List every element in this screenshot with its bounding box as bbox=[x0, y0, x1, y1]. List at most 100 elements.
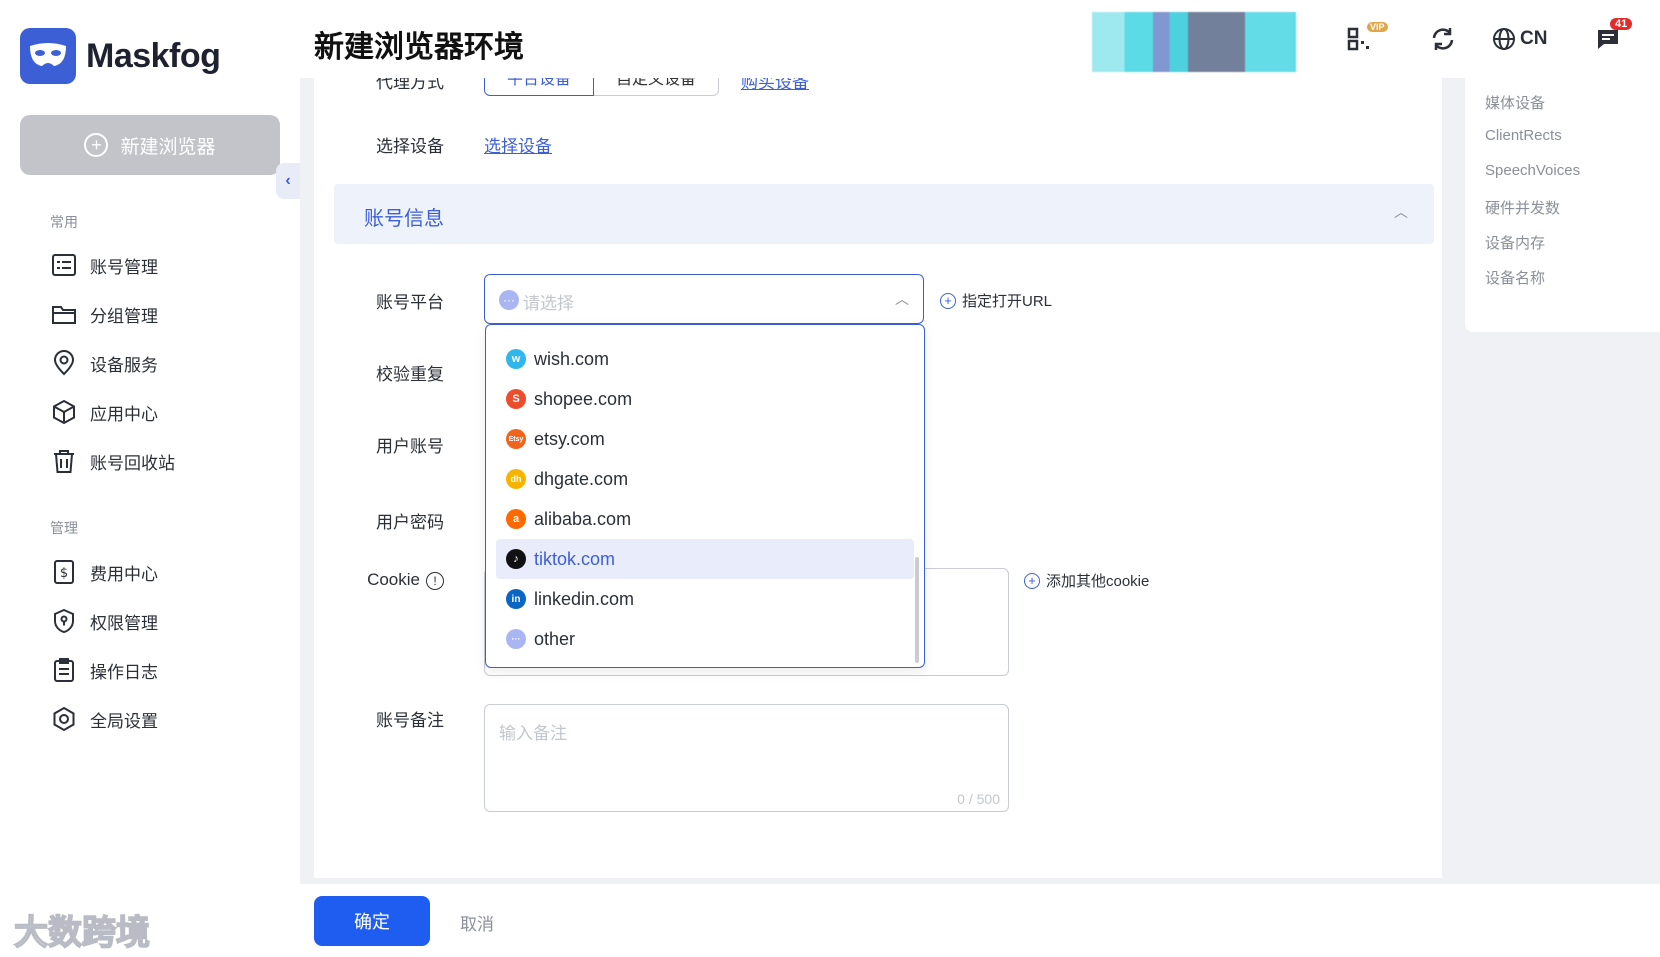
alibaba-icon: a bbox=[506, 509, 526, 529]
option-label: wish.com bbox=[534, 348, 610, 369]
plus-icon: + bbox=[84, 133, 109, 157]
language-switch[interactable]: CN bbox=[1492, 24, 1547, 54]
plus-circle-icon: + bbox=[940, 292, 956, 309]
nav-operation-log[interactable]: 操作日志 bbox=[50, 655, 158, 685]
nav-label: 全局设置 bbox=[90, 711, 158, 731]
cookie-label: Cookie! bbox=[324, 570, 444, 590]
new-browser-label: 新建浏览器 bbox=[120, 136, 216, 158]
option-label: dhgate.com bbox=[534, 468, 629, 489]
nav-global-settings[interactable]: 全局设置 bbox=[50, 704, 158, 734]
clipboard-icon bbox=[54, 658, 74, 682]
open-url-button[interactable]: + 指定打开URL bbox=[940, 290, 1052, 311]
option-label: etsy.com bbox=[534, 428, 605, 449]
shopee-icon: S bbox=[506, 389, 526, 409]
nav-billing-center[interactable]: $ 费用中心 bbox=[50, 557, 158, 587]
language-label: CN bbox=[1520, 28, 1548, 49]
proxy-label: 代理方式 bbox=[376, 78, 444, 92]
location-icon bbox=[53, 350, 75, 376]
option-tiktok[interactable]: ♪ tiktok.com bbox=[496, 539, 914, 579]
anchor-clientrects[interactable]: ClientRects bbox=[1485, 127, 1562, 144]
blurred-account-info bbox=[1092, 12, 1296, 72]
dhgate-icon: dh bbox=[506, 469, 526, 489]
remark-textarea[interactable]: 输入备注 0 / 500 bbox=[484, 704, 1009, 812]
tiktok-icon: ♪ bbox=[506, 549, 526, 569]
collapse-sidebar-icon[interactable]: ‹ bbox=[276, 163, 300, 199]
select-device-label: 选择设备 bbox=[376, 137, 444, 156]
confirm-button[interactable]: 确定 bbox=[314, 896, 430, 946]
anchor-media-devices[interactable]: 媒体设备 bbox=[1485, 92, 1545, 113]
nav-label: 账号管理 bbox=[90, 257, 158, 277]
anchor-device-memory[interactable]: 设备内存 bbox=[1485, 232, 1545, 253]
refresh-button[interactable] bbox=[1430, 24, 1456, 54]
nav-account-management[interactable]: 账号管理 bbox=[50, 250, 158, 280]
option-label: other bbox=[534, 628, 576, 649]
sidebar: Maskfog + 新建浏览器 ‹ 常用 账号管理 分组管理 设备服务 应用中心… bbox=[0, 0, 300, 957]
nav-label: 应用中心 bbox=[90, 404, 158, 424]
settings-icon bbox=[53, 706, 75, 732]
option-dhgate[interactable]: dh dhgate.com bbox=[496, 459, 914, 499]
option-etsy[interactable]: Etsy etsy.com bbox=[496, 419, 914, 459]
new-browser-button[interactable]: + 新建浏览器 bbox=[20, 115, 280, 175]
billing-icon: $ bbox=[54, 560, 74, 584]
other-icon: ··· bbox=[506, 629, 526, 649]
tab-platform-device[interactable]: 平台设备 bbox=[484, 78, 595, 96]
section-title: 账号信息 bbox=[364, 208, 444, 230]
nav-app-center[interactable]: 应用中心 bbox=[50, 397, 158, 427]
option-alibaba[interactable]: a alibaba.com bbox=[496, 499, 914, 539]
watermark-text: 大数跨境 bbox=[13, 913, 151, 953]
watermark: 大数跨境 bbox=[13, 905, 151, 954]
nav-device-service[interactable]: 设备服务 bbox=[50, 348, 158, 378]
etsy-icon: Etsy bbox=[506, 429, 526, 449]
username-label: 用户账号 bbox=[376, 437, 444, 456]
option-linkedin[interactable]: in linkedin.com bbox=[496, 579, 914, 619]
cancel-button[interactable]: 取消 bbox=[460, 910, 494, 935]
message-count-badge: 41 bbox=[1610, 18, 1633, 30]
nav-label: 分组管理 bbox=[90, 306, 158, 326]
section-title-common: 常用 bbox=[50, 214, 78, 230]
remark-label: 账号备注 bbox=[376, 711, 444, 730]
chevron-up-icon: ︿ bbox=[895, 291, 909, 307]
trash-icon bbox=[54, 450, 74, 473]
anchor-speechvoices[interactable]: SpeechVoices bbox=[1485, 162, 1580, 179]
anchor-device-name[interactable]: 设备名称 bbox=[1485, 267, 1545, 288]
globe-icon bbox=[1493, 28, 1515, 50]
svg-text:$: $ bbox=[60, 566, 68, 581]
option-shopee[interactable]: S shopee.com bbox=[496, 379, 914, 419]
buy-device-link[interactable]: 购买设备 bbox=[741, 78, 809, 93]
proxy-tabs: 平台设备 自定义设备 bbox=[484, 78, 720, 96]
dedupe-label: 校验重复 bbox=[376, 365, 444, 384]
tab-custom-device[interactable]: 自定义设备 bbox=[594, 78, 720, 96]
mask-logo-icon bbox=[20, 28, 76, 84]
nav-label: 费用中心 bbox=[90, 564, 158, 584]
anchor-hardware-concurrency[interactable]: 硬件并发数 bbox=[1485, 197, 1560, 218]
option-label: alibaba.com bbox=[534, 508, 632, 529]
nav-recycle-bin[interactable]: 账号回收站 bbox=[50, 446, 175, 476]
help-icon[interactable]: ! bbox=[426, 572, 444, 590]
option-label: linkedin.com bbox=[534, 588, 635, 609]
platform-placeholder: 请选择 bbox=[523, 294, 574, 313]
option-other[interactable]: ··· other bbox=[496, 619, 914, 659]
qr-vip-button[interactable]: VIP bbox=[1347, 22, 1388, 54]
select-device-link[interactable]: 选择设备 bbox=[484, 132, 552, 157]
account-info-section[interactable]: 账号信息 ︿ bbox=[334, 184, 1434, 244]
option-label: shopee.com bbox=[534, 388, 633, 409]
top-header: 新建浏览器环境 VIP CN 41 bbox=[300, 0, 1660, 78]
nav-permission-management[interactable]: 权限管理 bbox=[50, 606, 158, 636]
cookie-label-text: Cookie bbox=[367, 570, 420, 589]
nav-group-management[interactable]: 分组管理 bbox=[50, 299, 158, 329]
refresh-icon bbox=[1432, 28, 1454, 50]
nav-label: 操作日志 bbox=[90, 662, 158, 682]
cube-icon bbox=[53, 399, 75, 425]
option-label: tiktok.com bbox=[534, 548, 616, 569]
password-label: 用户密码 bbox=[376, 513, 444, 532]
dropdown-scrollbar[interactable] bbox=[915, 557, 919, 663]
platform-select[interactable]: ··· 请选择 ︿ bbox=[484, 274, 924, 324]
vip-badge: VIP bbox=[1367, 22, 1388, 32]
nav-label: 设备服务 bbox=[90, 355, 158, 375]
remark-counter: 0 / 500 bbox=[957, 791, 1000, 807]
app-logo[interactable]: Maskfog bbox=[20, 28, 221, 84]
add-cookie-button[interactable]: + 添加其他cookie bbox=[1024, 570, 1149, 591]
messages-button[interactable]: 41 bbox=[1596, 18, 1633, 54]
linkedin-icon: in bbox=[506, 589, 526, 609]
option-wish[interactable]: w wish.com bbox=[496, 339, 914, 379]
